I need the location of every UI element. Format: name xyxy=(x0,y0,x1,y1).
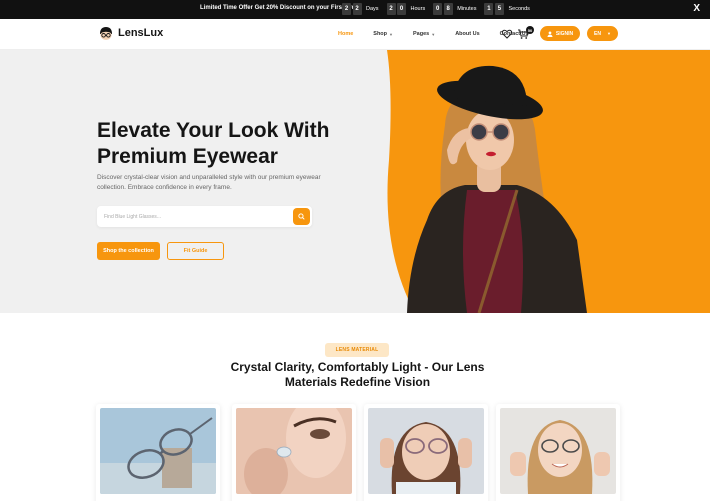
hero-section: Elevate Your Look With Premium Eyewear D… xyxy=(0,50,710,313)
language-select[interactable]: EN ▼ xyxy=(587,26,618,41)
woman-with-glasses-photo xyxy=(368,408,484,494)
fit-guide-button[interactable]: Fit Guide xyxy=(167,242,224,260)
cart-count-badge: 50 xyxy=(526,26,534,34)
countdown-unit-seconds: Seconds xyxy=(508,6,530,12)
shop-collection-button[interactable]: Shop the collection xyxy=(97,242,160,260)
lens-card[interactable] xyxy=(96,404,220,501)
logo-text: LensLux xyxy=(118,27,164,39)
logo-icon xyxy=(100,27,112,40)
smiling-woman-glasses-photo xyxy=(500,408,616,494)
countdown-digit: 5 xyxy=(494,3,504,15)
chevron-down-icon: ▼ xyxy=(431,31,436,37)
close-icon[interactable]: X xyxy=(693,3,700,15)
nav-shop-label: Shop xyxy=(373,31,388,37)
countdown-digit: 0 xyxy=(397,3,407,15)
search-input[interactable] xyxy=(97,206,292,227)
promo-text: Limited Time Offer Get 20% Discount on y… xyxy=(200,5,361,11)
signin-button[interactable]: SIGNIN xyxy=(540,26,580,41)
section-title: Crystal Clarity, Comfortably Light - Our… xyxy=(230,360,485,389)
countdown-digit: 8 xyxy=(443,3,453,15)
glasses-on-stand-photo xyxy=(100,408,216,494)
nav-shop[interactable]: Shop ▼ xyxy=(373,31,393,37)
signin-label: SIGNIN xyxy=(555,30,574,37)
hero-illustration xyxy=(387,50,710,313)
chevron-down-icon: ▼ xyxy=(607,31,611,36)
hero-model-image xyxy=(387,50,710,313)
logo[interactable]: LensLux xyxy=(98,25,163,41)
lens-card[interactable] xyxy=(232,404,356,501)
section-badge: LENS MATERIAL xyxy=(325,343,389,357)
countdown-timer: 2 2 Days 2 0 Hours 0 8 Minutes 1 5 Secon… xyxy=(342,3,538,15)
language-label: EN xyxy=(594,30,601,37)
lens-card[interactable] xyxy=(496,404,620,501)
countdown-unit-days: Days xyxy=(366,6,379,12)
search-icon xyxy=(298,213,305,220)
countdown-digit: 2 xyxy=(342,3,351,15)
hero-subtitle: Discover crystal-clear vision and unpara… xyxy=(97,174,321,191)
nav-about-us[interactable]: About Us xyxy=(455,31,479,37)
countdown-digit: 0 xyxy=(433,3,443,15)
nav-pages-label: Pages xyxy=(413,31,430,37)
countdown-unit-hours: Hours xyxy=(410,6,426,12)
announcement-bar: Limited Time Offer Get 20% Discount on y… xyxy=(0,0,710,19)
contact-lens-photo xyxy=(236,408,352,494)
nav-home[interactable]: Home xyxy=(338,31,353,37)
heart-icon[interactable] xyxy=(501,28,513,40)
countdown-digit: 2 xyxy=(386,3,396,15)
user-icon xyxy=(547,31,553,37)
lens-card-image xyxy=(100,408,216,494)
search-button[interactable] xyxy=(293,208,310,225)
countdown-digit: 1 xyxy=(484,3,494,15)
lens-card-image xyxy=(368,408,484,494)
countdown-digit: 2 xyxy=(352,3,362,15)
hero-title: Elevate Your Look With Premium Eyewear xyxy=(97,119,330,168)
search-bar xyxy=(97,206,312,227)
chevron-down-icon: ▼ xyxy=(389,31,393,37)
lens-card-image xyxy=(500,408,616,494)
nav-pages[interactable]: Pages ▼ xyxy=(413,31,435,37)
countdown-unit-minutes: Minutes xyxy=(457,6,477,12)
lens-card-image xyxy=(236,408,352,494)
lens-card[interactable] xyxy=(364,404,488,501)
